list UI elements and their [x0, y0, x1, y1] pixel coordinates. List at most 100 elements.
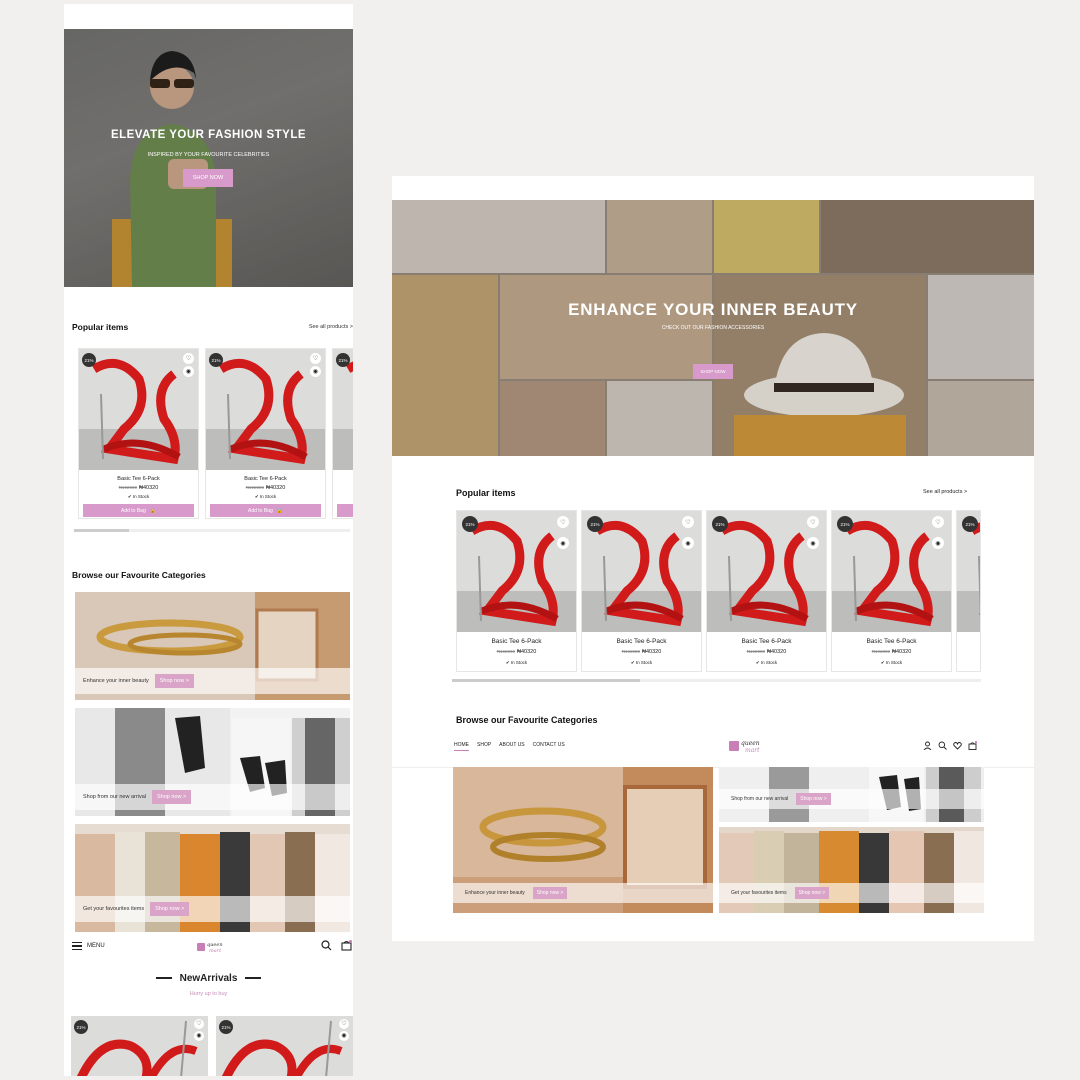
search-icon[interactable] [321, 940, 332, 951]
eye-icon[interactable]: ◉ [339, 1031, 349, 1041]
heart-icon[interactable]: ♡ [310, 353, 321, 364]
product-card[interactable]: 21% ♡ ◉ Basic Tee 6-Pack ₦192000 ₦40320 ✔ In S… [456, 510, 577, 672]
discount-badge: 21% [209, 353, 223, 367]
product-card[interactable]: 21% ♡ ◉ Basic Tee 6-Pack ₦192000 ₦40320 ✔ In S… [581, 510, 702, 672]
discount-badge: 21% [962, 516, 978, 532]
svg-text:queen: queen [741, 740, 760, 747]
mobile-hero-banner: ELEVATE YOUR FASHION STYLE INSPIRED BY Y… [64, 29, 353, 287]
product-image [333, 349, 353, 470]
stock-status: ✔ In Stock [505, 660, 528, 665]
product-name: Basic Tee 6-Pack [866, 638, 917, 645]
add-to-bag-button[interactable]: Add to Bag 🔒 [210, 504, 321, 517]
cart-icon[interactable] [341, 940, 352, 951]
heart-icon[interactable]: ♡ [557, 516, 569, 528]
new-arrivals-title: NewArrivals [64, 973, 353, 984]
heart-icon[interactable]: ♡ [339, 1019, 349, 1029]
popular-items-title: Popular items [456, 488, 516, 498]
desktop-navbar: HOME SHOP ABOUT US CONTACT US queen mart [392, 732, 1034, 768]
nav-link-shop[interactable]: SHOP [477, 742, 491, 751]
menu-button[interactable]: MENU [72, 942, 105, 950]
search-icon[interactable] [938, 741, 947, 750]
product-card[interactable]: 21% ♡ ◉ Basic Tee 6-Pack ₦192000 ₦40320 ✔ In S… [831, 510, 952, 672]
shop-now-button[interactable]: SHOP NOW [183, 169, 233, 187]
category-card-beauty[interactable]: Enhance your inner beauty Shop now > [75, 592, 350, 700]
hamburger-icon [72, 942, 82, 950]
product-image [79, 349, 198, 470]
category-label: Enhance your inner beauty [83, 678, 149, 684]
logo[interactable]: queen mart [729, 738, 767, 754]
carousel-scrollbar[interactable] [452, 679, 981, 682]
stock-status: ✔ In Stock [254, 494, 277, 499]
nav-link-home[interactable]: HOME [454, 742, 469, 751]
eye-icon[interactable]: ◉ [183, 366, 194, 377]
product-price: ₦192000 ₦40320 [871, 649, 912, 655]
shop-now-button[interactable]: Shop now > [154, 674, 194, 688]
stock-status: ✔ In Stock [880, 660, 903, 665]
svg-text:mart: mart [745, 747, 760, 754]
hero-title: ELEVATE YOUR FASHION STYLE [110, 129, 307, 141]
category-card-favourites[interactable]: Get your favourites items Shop now > [75, 824, 350, 932]
product-card[interactable]: 21% ♡ ◉ Basic Tee 6-Pack ₦192000 ₦40320 ✔… [78, 348, 199, 519]
categories-title: Browse our Favourite Categories [72, 570, 206, 580]
discount-badge: 21% [82, 353, 96, 367]
shop-now-button[interactable]: Shop now > [150, 902, 190, 916]
product-name: Basic Tee 6-Pack [491, 638, 542, 645]
see-all-products-link[interactable]: See all products > [309, 324, 353, 330]
eye-icon[interactable]: ◉ [194, 1031, 204, 1041]
product-card[interactable]: 21% [332, 348, 353, 519]
discount-badge: 21% [712, 516, 728, 532]
heart-icon[interactable]: ♡ [682, 516, 694, 528]
discount-badge: 21% [837, 516, 853, 532]
svg-text:mart: mart [209, 948, 222, 954]
heart-icon[interactable]: ♡ [183, 353, 194, 364]
shop-now-button[interactable]: Shop now > [796, 793, 831, 805]
eye-icon[interactable]: ◉ [932, 537, 944, 549]
discount-badge: 21% [462, 516, 478, 532]
product-price: ₦192000 ₦40320 [118, 485, 159, 491]
logo[interactable]: queen mart [197, 940, 227, 954]
nav-link-contact[interactable]: CONTACT US [533, 742, 565, 751]
product-name: Basic Tee 6-Pack [117, 476, 160, 482]
heart-icon[interactable]: ♡ [807, 516, 819, 528]
eye-icon[interactable]: ◉ [682, 537, 694, 549]
user-icon[interactable] [923, 741, 932, 750]
new-arrival-card[interactable]: 21% ♡ ◉ [216, 1016, 353, 1076]
nav-link-about[interactable]: ABOUT US [499, 742, 524, 751]
add-to-bag-button[interactable] [337, 504, 353, 517]
product-price: ₦192000 ₦40320 [621, 649, 662, 655]
shop-now-button[interactable]: Shop now > [532, 887, 568, 899]
cart-icon[interactable] [968, 741, 977, 750]
heart-icon[interactable]: ♡ [194, 1019, 204, 1029]
desktop-hero-collage: ENHANCE YOUR INNER BEAUTY CHECK OUT OUR … [392, 200, 1034, 456]
product-price: ₦192000 ₦40320 [496, 649, 537, 655]
heart-icon[interactable]: ♡ [932, 516, 944, 528]
stock-status: ✔ In Stock [630, 660, 653, 665]
eye-icon[interactable]: ◉ [807, 537, 819, 549]
category-label: Get your favourites items [731, 890, 787, 896]
product-card[interactable]: 21% ♡ ◉ Basic Tee 6-Pack ₦192000 ₦40320 ✔ In S… [706, 510, 827, 672]
discount-badge: 21% [587, 516, 603, 532]
product-card[interactable]: 21% ♡ ◉ Basic Tee 6-Pack ₦192000 ₦40320 ✔… [205, 348, 326, 519]
heart-icon[interactable] [953, 741, 962, 750]
category-card-favourites[interactable]: Get your favourites items Shop now > [719, 827, 984, 913]
shop-now-button[interactable]: Shop now > [794, 887, 830, 899]
hero-title: ENHANCE YOUR INNER BEAUTY [568, 300, 858, 319]
see-all-products-link[interactable]: See all products > [923, 489, 967, 495]
categories-title: Browse our Favourite Categories [456, 715, 598, 725]
eye-icon[interactable]: ◉ [310, 366, 321, 377]
product-card[interactable]: 21% [956, 510, 981, 672]
category-card-new-arrival[interactable]: Shop from our new arrival Shop now > [719, 767, 984, 822]
category-label: Get your favourites items [83, 906, 145, 912]
desktop-mockup: ENHANCE YOUR INNER BEAUTY CHECK OUT OUR … [392, 176, 1034, 941]
carousel-scrollbar[interactable] [74, 529, 350, 532]
category-label: Shop from our new arrival [83, 794, 146, 800]
add-to-bag-button[interactable]: Add to Bag 🔒 [83, 504, 194, 517]
mobile-mockup: ELEVATE YOUR FASHION STYLE INSPIRED BY Y… [64, 4, 353, 1076]
stock-status: ✔ In Stock [127, 494, 150, 499]
eye-icon[interactable]: ◉ [557, 537, 569, 549]
shop-now-button[interactable]: SHOP NOW [693, 364, 733, 379]
category-card-beauty[interactable]: Enhance your inner beauty Shop now > [453, 767, 713, 913]
category-card-new-arrival[interactable]: Shop from our new arrival Shop now > [75, 708, 350, 816]
shop-now-button[interactable]: Shop now > [151, 790, 192, 804]
new-arrival-card[interactable]: 21% ♡ ◉ [71, 1016, 208, 1076]
